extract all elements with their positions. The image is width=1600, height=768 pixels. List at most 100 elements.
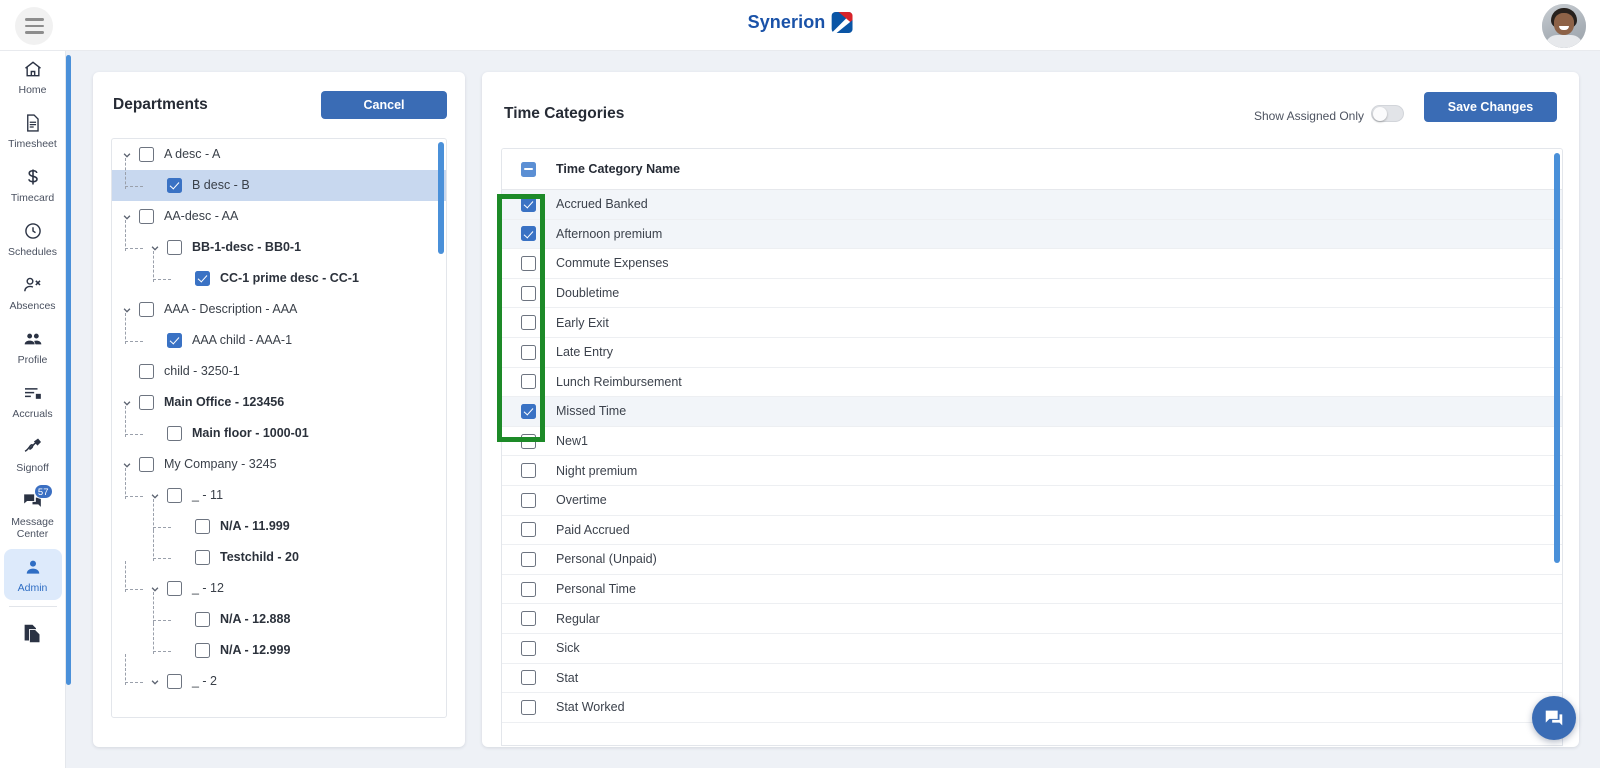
table-row[interactable]: Personal Time (502, 575, 1562, 605)
show-assigned-only-toggle[interactable] (1371, 105, 1404, 122)
tree-node[interactable]: Main Office - 123456 (112, 387, 446, 418)
row-checkbox[interactable] (520, 433, 536, 449)
save-changes-button[interactable]: Save Changes (1424, 92, 1557, 122)
row-checkbox[interactable] (520, 403, 536, 419)
table-row[interactable]: Overtime (502, 486, 1562, 516)
tree-node-checkbox[interactable] (167, 240, 182, 255)
row-checkbox[interactable] (520, 670, 536, 686)
sidebar-item-timesheet[interactable]: Timesheet (4, 105, 62, 156)
avatar[interactable] (1542, 4, 1586, 48)
table-row[interactable]: Late Entry (502, 338, 1562, 368)
tree-node-checkbox[interactable] (139, 457, 154, 472)
tree-node-checkbox[interactable] (139, 395, 154, 410)
chevron-down-icon[interactable] (120, 148, 134, 162)
tree-node-checkbox[interactable] (139, 209, 154, 224)
row-checkbox[interactable] (520, 226, 536, 242)
row-checkbox[interactable] (520, 581, 536, 597)
sidebar-item-absences[interactable]: Absences (4, 267, 62, 318)
sidebar-item-message-center[interactable]: 57 Message Center (4, 483, 62, 546)
row-checkbox[interactable] (520, 522, 536, 538)
table-row[interactable]: Stat (502, 664, 1562, 694)
sidebar-item-schedules[interactable]: Schedules (4, 213, 62, 264)
tree-node[interactable]: My Company - 3245 (112, 449, 446, 480)
table-row[interactable]: Paid Accrued (502, 516, 1562, 546)
tree-node[interactable]: A desc - A (112, 139, 446, 170)
chevron-down-icon[interactable] (148, 241, 162, 255)
chat-fab-button[interactable] (1532, 696, 1576, 740)
sidebar-item-accruals[interactable]: Accruals (4, 375, 62, 426)
sidebar-scrollbar-thumb[interactable] (66, 55, 71, 685)
tree-node-checkbox[interactable] (195, 643, 210, 658)
row-checkbox[interactable] (520, 640, 536, 656)
tree-node-checkbox[interactable] (167, 333, 182, 348)
table-row[interactable]: Accrued Banked (502, 190, 1562, 220)
chevron-down-icon[interactable] (120, 458, 134, 472)
tree-node-checkbox[interactable] (195, 519, 210, 534)
tree-node-checkbox[interactable] (167, 674, 182, 689)
row-checkbox[interactable] (520, 285, 536, 301)
tree-connector (153, 622, 154, 654)
table-row[interactable]: Lunch Reimbursement (502, 368, 1562, 398)
chevron-down-icon[interactable] (148, 675, 162, 689)
table-row[interactable]: Doubletime (502, 279, 1562, 309)
tree-node-checkbox[interactable] (139, 302, 154, 317)
cancel-button[interactable]: Cancel (321, 91, 447, 119)
table-row[interactable]: Personal (Unpaid) (502, 545, 1562, 575)
departments-tree[interactable]: A desc - A B desc - B AA-desc - AA BB-1-des… (111, 138, 447, 718)
row-checkbox[interactable] (520, 374, 536, 390)
tree-node[interactable]: Main floor - 1000-01 (112, 418, 446, 449)
row-checkbox[interactable] (520, 551, 536, 567)
tree-node[interactable]: B desc - B (112, 170, 446, 201)
tree-node[interactable]: child - 3250-1 (112, 356, 446, 387)
table-row[interactable]: Missed Time (502, 397, 1562, 427)
sidebar-item-documents[interactable] (4, 615, 62, 650)
tree-node-checkbox[interactable] (195, 271, 210, 286)
row-checkbox[interactable] (520, 463, 536, 479)
table-row[interactable]: Commute Expenses (502, 249, 1562, 279)
tree-node-checkbox[interactable] (167, 581, 182, 596)
tree-node[interactable]: BB-1-desc - BB0-1 (112, 232, 446, 263)
tree-node-checkbox[interactable] (167, 426, 182, 441)
tree-node-checkbox[interactable] (195, 612, 210, 627)
row-checkbox[interactable] (520, 699, 536, 715)
table-row[interactable]: Stat Worked (502, 693, 1562, 723)
chevron-down-icon[interactable] (148, 582, 162, 596)
sidebar-item-profile[interactable]: Profile (4, 321, 62, 372)
sidebar-item-signoff[interactable]: Signoff (4, 429, 62, 480)
chevron-down-icon[interactable] (120, 396, 134, 410)
chevron-down-icon[interactable] (120, 210, 134, 224)
row-checkbox[interactable] (520, 492, 536, 508)
table-row[interactable]: Sick (502, 634, 1562, 664)
tree-node-checkbox[interactable] (139, 147, 154, 162)
row-checkbox[interactable] (520, 255, 536, 271)
table-row[interactable]: New1 (502, 427, 1562, 457)
row-checkbox[interactable] (520, 611, 536, 627)
table-row[interactable]: Regular (502, 604, 1562, 634)
chevron-down-icon[interactable] (148, 489, 162, 503)
tree-connector (125, 219, 126, 251)
table-row[interactable]: Afternoon premium (502, 219, 1562, 250)
sidebar-item-admin[interactable]: Admin (3, 549, 62, 600)
tree-node[interactable]: AAA - Description - AAA (112, 294, 446, 325)
tree-node[interactable]: _ - 12 (112, 573, 446, 604)
tree-node[interactable]: _ - 2 (112, 666, 446, 697)
tree-node[interactable]: AA-desc - AA (112, 201, 446, 232)
row-checkbox[interactable] (520, 315, 536, 331)
row-checkbox[interactable] (520, 196, 536, 212)
tree-node-checkbox[interactable] (195, 550, 210, 565)
row-checkbox[interactable] (520, 344, 536, 360)
tree-node-checkbox[interactable] (167, 488, 182, 503)
select-all-checkbox[interactable] (520, 161, 536, 177)
table-row[interactable]: Night premium (502, 456, 1562, 486)
chevron-down-icon[interactable] (120, 303, 134, 317)
tree-node-checkbox[interactable] (139, 364, 154, 379)
tree-node-checkbox[interactable] (167, 178, 182, 193)
sidebar-item-timecard[interactable]: Timecard (4, 159, 62, 210)
tree-node[interactable]: _ - 11 (112, 480, 446, 511)
table-row[interactable]: Early Exit (502, 308, 1562, 338)
sidebar-item-home[interactable]: Home (4, 51, 62, 102)
table-scrollbar-thumb[interactable] (1554, 153, 1560, 563)
tree-node[interactable]: AAA child - AAA-1 (112, 325, 446, 356)
hamburger-menu-icon[interactable] (15, 7, 53, 45)
tree-scrollbar-thumb[interactable] (438, 142, 444, 254)
